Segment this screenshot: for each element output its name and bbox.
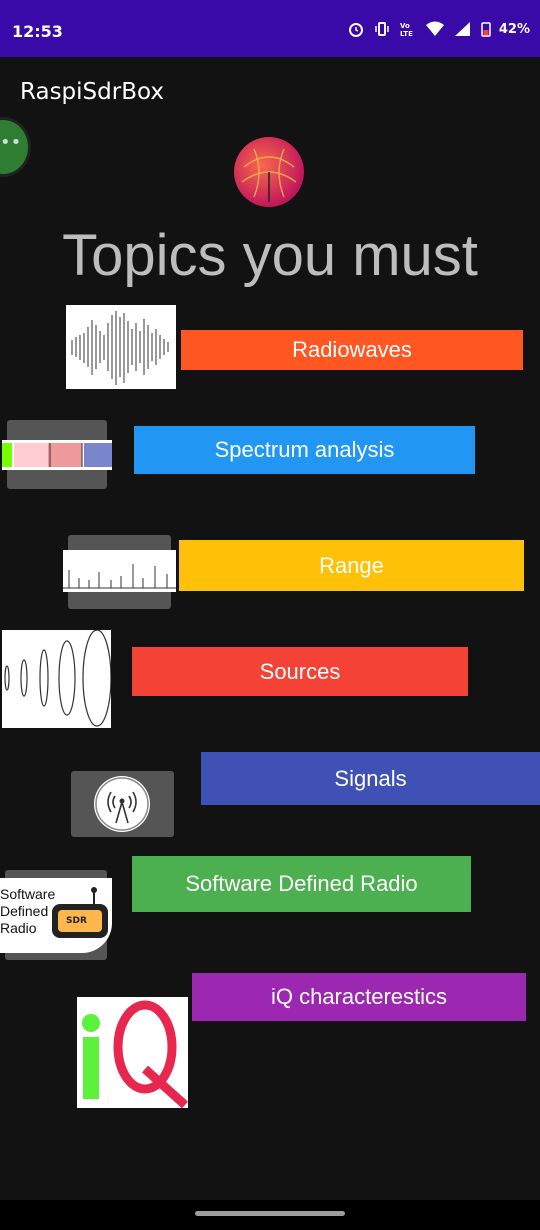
- volte-icon: VoLTE: [400, 22, 413, 38]
- iq-thumbnail[interactable]: [77, 997, 188, 1108]
- signal-icon: [454, 22, 470, 36]
- status-icons: Vo LTE 42%: [347, 20, 530, 38]
- vibrate-icon: [375, 22, 389, 36]
- topic-button-spectrum[interactable]: Spectrum analysis: [134, 426, 475, 474]
- svg-text:LTE: LTE: [400, 30, 413, 38]
- radiowave-thumbnail[interactable]: [66, 305, 176, 389]
- home-gesture-bar[interactable]: [195, 1211, 345, 1216]
- topic-button-signals[interactable]: Signals: [201, 752, 540, 805]
- topic-button-radiowaves[interactable]: Radiowaves: [181, 330, 523, 370]
- spectrum-thumbnail[interactable]: [2, 440, 112, 470]
- topic-button-iq[interactable]: iQ characterestics: [192, 973, 526, 1021]
- battery-icon: [481, 22, 491, 37]
- app-logo: [234, 137, 304, 207]
- wifi-icon: [425, 21, 444, 36]
- status-time: 12:53: [12, 22, 63, 41]
- sdr-badge: SDR: [66, 916, 87, 926]
- sdr-thumb-line2: Defined: [0, 903, 49, 919]
- topic-button-range[interactable]: Range: [179, 540, 524, 591]
- more-icon: ••: [0, 132, 22, 153]
- topic-button-sources[interactable]: Sources: [132, 647, 468, 696]
- app-title: RaspiSdrBox: [20, 79, 164, 105]
- battery-percent: 42%: [498, 21, 530, 37]
- signals-thumbnail[interactable]: [71, 771, 174, 837]
- sdr-thumb-line1: Software: [0, 886, 56, 902]
- alarm-icon: [348, 23, 363, 37]
- topic-button-sdr[interactable]: Software Defined Radio: [132, 856, 471, 912]
- headline: Topics you must: [62, 223, 478, 288]
- svg-text:Vo: Vo: [400, 22, 410, 30]
- range-thumbnail[interactable]: [63, 550, 176, 592]
- sdr-thumbnail[interactable]: Software Defined Radio SDR: [0, 878, 112, 953]
- sources-thumbnail[interactable]: [2, 630, 111, 728]
- sdr-thumb-line3: Radio: [0, 920, 37, 936]
